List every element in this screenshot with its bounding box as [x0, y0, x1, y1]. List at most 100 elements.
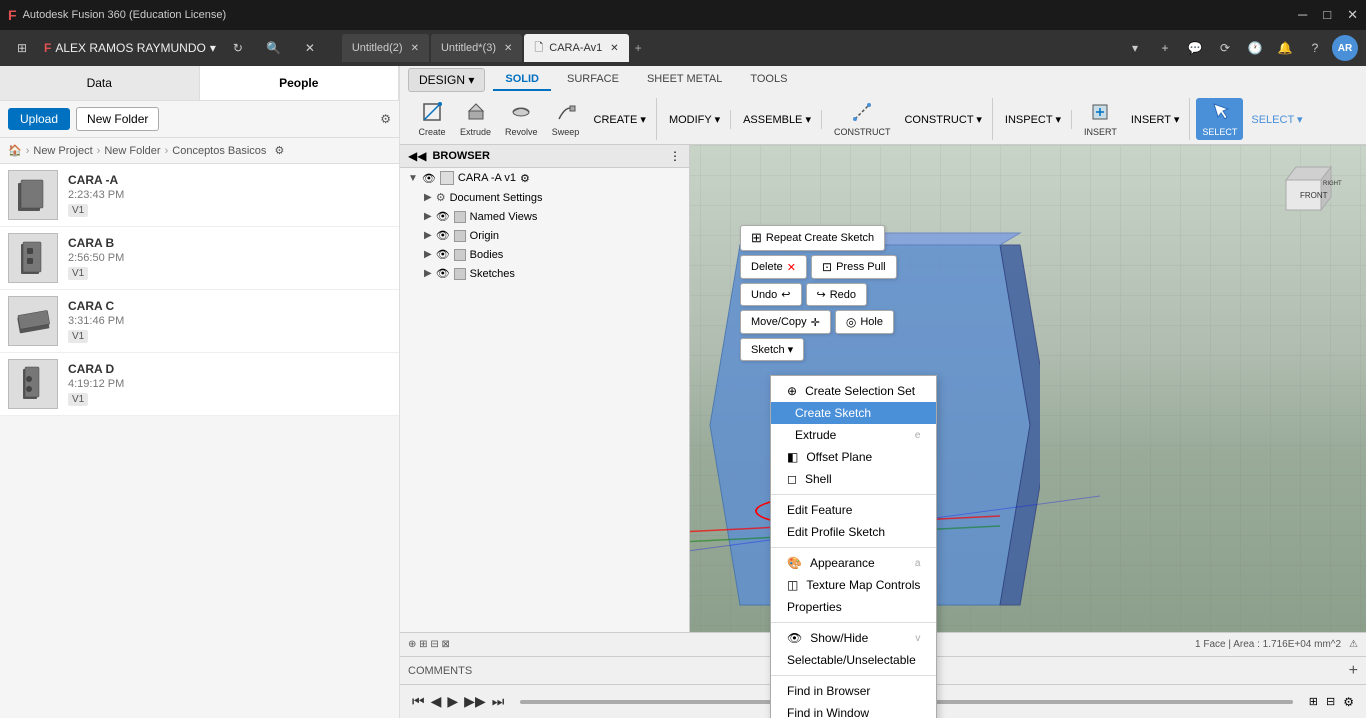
tree-item-bodies[interactable]: ▶ 👁 Bodies	[400, 245, 689, 264]
search-btn[interactable]: 🔍	[260, 34, 288, 62]
tab-close-untitled3[interactable]: ✕	[504, 43, 512, 54]
ctx-find-window[interactable]: Find in Window	[771, 702, 936, 718]
close-btn[interactable]: ✕	[1347, 7, 1358, 23]
sketch-dropdown[interactable]: Sketch ▾	[740, 338, 804, 361]
delete-btn[interactable]: Delete ✕	[740, 255, 807, 279]
tree-eye-sketches[interactable]: 👁	[436, 267, 450, 280]
close-panel-btn[interactable]: ✕	[296, 34, 324, 62]
ctx-selectable[interactable]: Selectable/Unselectable	[771, 649, 936, 671]
refresh-btn[interactable]: ↻	[224, 34, 252, 62]
list-item[interactable]: CARA D 4:19:12 PM V1	[0, 353, 399, 416]
ctx-properties[interactable]: Properties	[771, 596, 936, 618]
redo-btn[interactable]: ↪ Redo	[806, 283, 868, 306]
list-item[interactable]: CARA B 2:56:50 PM V1	[0, 227, 399, 290]
tree-item-doc-settings[interactable]: ▶ ⚙ Document Settings	[400, 188, 689, 207]
tab-close-cara[interactable]: ✕	[610, 43, 618, 54]
move-copy-btn[interactable]: Move/Copy ✛	[740, 310, 831, 334]
upload-btn[interactable]: Upload	[8, 108, 70, 130]
tab-untitled2[interactable]: Untitled(2) ✕	[342, 34, 429, 62]
grid-menu-btn[interactable]: ⊞	[8, 34, 36, 62]
breadcrumb-settings-icon[interactable]: ⚙	[274, 144, 284, 157]
ctx-shell[interactable]: ◻ Shell	[771, 468, 936, 490]
tree-arrow-origin[interactable]: ▶	[424, 230, 432, 241]
breadcrumb-new-folder[interactable]: New Folder	[104, 145, 160, 157]
ctx-create-selection-set[interactable]: ⊕ Create Selection Set	[771, 380, 936, 402]
timeline-settings-btn[interactable]: ⚙	[1343, 695, 1354, 709]
comments-add-btn[interactable]: +	[1349, 662, 1358, 680]
list-item[interactable]: CARA -A 2:23:43 PM V1	[0, 164, 399, 227]
nav-help-btn[interactable]: ?	[1302, 35, 1328, 61]
breadcrumb-conceptos[interactable]: Conceptos Basicos	[172, 145, 266, 157]
tree-eye-views[interactable]: 👁	[436, 210, 450, 223]
repeat-create-sketch-btn[interactable]: ⊞ Repeat Create Sketch	[740, 225, 885, 251]
browser-collapse-btn[interactable]: ◀◀	[408, 149, 426, 163]
undo-btn[interactable]: Undo ↩	[740, 283, 802, 306]
ribbon-modify-dropdown[interactable]: MODIFY ▾	[663, 110, 726, 129]
panel-settings-icon[interactable]: ⚙	[380, 112, 391, 126]
hole-btn[interactable]: ◎ Hole	[835, 310, 894, 334]
tree-arrow-doc[interactable]: ▶	[424, 192, 432, 203]
tab-add-btn[interactable]: +	[631, 41, 646, 55]
tree-item-origin[interactable]: ▶ 👁 Origin	[400, 226, 689, 245]
tree-arrow-bodies[interactable]: ▶	[424, 249, 432, 260]
maximize-btn[interactable]: □	[1323, 7, 1331, 23]
ribbon-construct-btn[interactable]: CONSTRUCT	[828, 98, 897, 140]
ctx-find-browser[interactable]: Find in Browser	[771, 680, 936, 702]
ribbon-assemble-dropdown[interactable]: ASSEMBLE ▾	[737, 110, 817, 129]
title-controls[interactable]: ─ □ ✕	[1298, 7, 1358, 23]
tree-arrow-root[interactable]: ▼	[408, 173, 418, 184]
viewport-canvas[interactable]: ◀◀ BROWSER ⋮ ▼ 👁 CARA -A v1 ⚙ ▶	[400, 145, 1366, 656]
design-mode-btn[interactable]: DESIGN ▾	[408, 68, 485, 92]
tree-item-sketches[interactable]: ▶ 👁 Sketches	[400, 264, 689, 283]
ribbon-tab-solid[interactable]: SOLID	[493, 69, 551, 91]
tab-data[interactable]: Data	[0, 66, 200, 100]
new-folder-btn[interactable]: New Folder	[76, 107, 159, 131]
ctx-appearance[interactable]: 🎨 Appearance a	[771, 552, 936, 574]
tab-cara-av1[interactable]: 🗋 CARA-Av1 ✕	[524, 34, 628, 62]
viewcube[interactable]: FRONT RIGHT	[1266, 155, 1346, 225]
play-next-btn[interactable]: ▶▶	[464, 693, 486, 710]
play-prev-btn[interactable]: ◀	[431, 693, 442, 710]
play-last-btn[interactable]: ⏭	[492, 693, 505, 710]
ctx-edit-profile-sketch[interactable]: Edit Profile Sketch	[771, 521, 936, 543]
play-play-btn[interactable]: ▶	[447, 693, 458, 710]
user-dropdown-icon[interactable]: ▾	[210, 41, 216, 55]
list-item[interactable]: CARA C 3:31:46 PM V1	[0, 290, 399, 353]
tree-arrow-sketches[interactable]: ▶	[424, 268, 432, 279]
ribbon-tab-sheetmetal[interactable]: SHEET METAL	[635, 69, 734, 91]
tree-settings-root[interactable]: ⚙	[520, 172, 530, 185]
ribbon-inspect-dropdown[interactable]: INSPECT ▾	[999, 110, 1067, 129]
ctx-texture-map[interactable]: ◫ Texture Map Controls	[771, 574, 936, 596]
ribbon-insert-btn[interactable]: INSERT	[1078, 98, 1123, 140]
breadcrumb-new-project[interactable]: New Project	[33, 145, 92, 157]
ribbon-create-dropdown[interactable]: CREATE ▾	[588, 110, 652, 129]
ribbon-tab-tools[interactable]: TOOLS	[738, 69, 799, 91]
tab-close-untitled2[interactable]: ✕	[411, 43, 419, 54]
ctx-edit-feature[interactable]: Edit Feature	[771, 499, 936, 521]
tree-eye-origin[interactable]: 👁	[436, 229, 450, 242]
tree-arrow-views[interactable]: ▶	[424, 211, 432, 222]
tree-item-named-views[interactable]: ▶ 👁 Named Views	[400, 207, 689, 226]
nav-bell-btn[interactable]: 🔔	[1272, 35, 1298, 61]
ctx-show-hide[interactable]: 👁 Show/Hide v	[771, 627, 936, 649]
tab-untitled3[interactable]: Untitled*(3) ✕	[431, 34, 522, 62]
press-pull-btn[interactable]: ⊡ Press Pull	[811, 255, 897, 279]
ribbon-sweep-btn[interactable]: Sweep	[546, 98, 586, 140]
tree-item-root[interactable]: ▼ 👁 CARA -A v1 ⚙	[400, 168, 689, 188]
nav-chat-btn[interactable]: 💬	[1182, 35, 1208, 61]
breadcrumb-home[interactable]: 🏠	[8, 144, 22, 157]
ctx-offset-plane[interactable]: ◧ Offset Plane	[771, 446, 936, 468]
nav-sync-btn[interactable]: ⟳	[1212, 35, 1238, 61]
browser-options-btn[interactable]: ⋮	[669, 149, 681, 163]
ctx-create-sketch[interactable]: Create Sketch	[771, 402, 936, 424]
ribbon-insert-dropdown[interactable]: INSERT ▾	[1125, 110, 1186, 129]
nav-clock-btn[interactable]: 🕐	[1242, 35, 1268, 61]
user-area[interactable]: F ALEX RAMOS RAYMUNDO ▾	[44, 41, 216, 55]
minimize-btn[interactable]: ─	[1298, 7, 1307, 23]
ribbon-construct-dropdown[interactable]: CONSTRUCT ▾	[898, 110, 987, 129]
ribbon-tab-surface[interactable]: SURFACE	[555, 69, 631, 91]
ctx-extrude[interactable]: Extrude e	[771, 424, 936, 446]
tree-eye-bodies[interactable]: 👁	[436, 248, 450, 261]
nav-dropdown-btn[interactable]: ▾	[1122, 35, 1148, 61]
nav-plus-btn[interactable]: +	[1152, 35, 1178, 61]
